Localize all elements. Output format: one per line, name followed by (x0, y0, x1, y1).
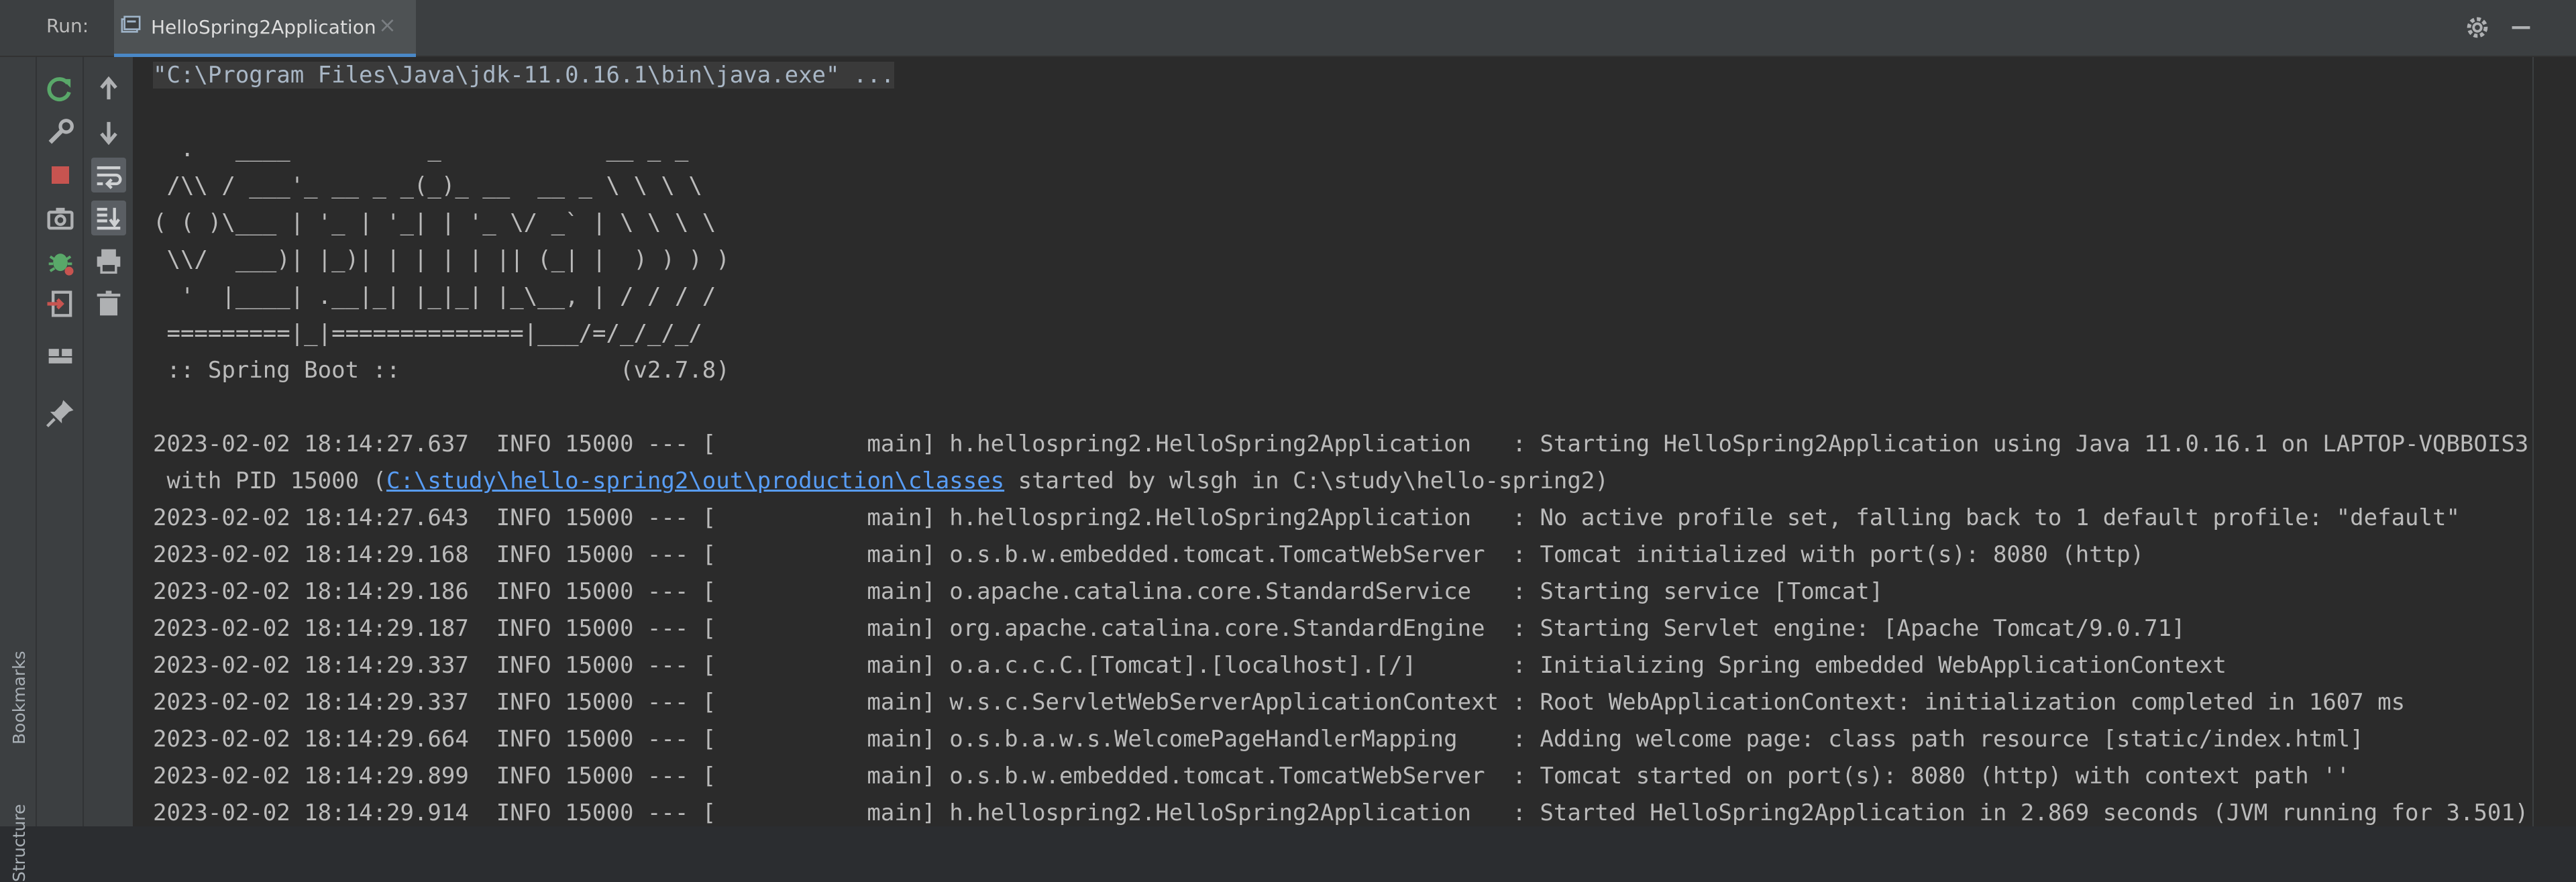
classes-path-link[interactable]: C:\study\hello-spring2\out\production\cl… (386, 467, 1004, 494)
tab-label: HelloSpring2Application (151, 16, 376, 38)
banner-line: ( ( )\___ | '_ | '_| | '_ \/ _` | \ \ \ … (153, 209, 716, 236)
soft-wrap-icon[interactable] (91, 158, 126, 192)
stop-icon[interactable] (43, 158, 78, 192)
log-line: 2023-02-02 18:14:29.337 INFO 15000 --- [… (153, 689, 2406, 716)
vertical-scrollbar[interactable] (2532, 57, 2576, 826)
banner-line: :: Spring Boot :: (v2.7.8) (153, 357, 730, 384)
log-line: 2023-02-02 18:14:29.914 INFO 15000 --- [… (153, 800, 2529, 826)
log-line-continuation: with PID 15000 (C:\study\hello-spring2\o… (153, 467, 1609, 494)
banner-line: . ____ _ __ _ _ (153, 135, 689, 162)
pin-icon[interactable] (43, 396, 78, 431)
scroll-up-icon[interactable] (91, 72, 126, 107)
log-line: 2023-02-02 18:14:29.337 INFO 15000 --- [… (153, 652, 2226, 679)
tab-close-icon[interactable]: × (378, 12, 396, 38)
scroll-to-end-icon[interactable] (91, 201, 126, 235)
log-text: with PID 15000 ( (153, 467, 386, 494)
camera-icon[interactable] (43, 201, 78, 235)
structure-tab[interactable]: Structure (9, 804, 29, 882)
layout-icon[interactable] (43, 339, 78, 374)
scroll-down-icon[interactable] (91, 115, 126, 150)
run-actions-toolbar (37, 57, 84, 826)
console-tab-icon (121, 15, 141, 36)
log-line: 2023-02-02 18:14:27.643 INFO 15000 --- [… (153, 504, 2460, 531)
clear-all-icon[interactable] (91, 286, 126, 321)
banner-line: ' |____| .__|_| |_|_| |_\__, | / / / / (153, 283, 716, 310)
gear-icon[interactable] (2462, 12, 2493, 43)
exit-icon[interactable] (43, 286, 78, 321)
log-line: 2023-02-02 18:14:29.187 INFO 15000 --- [… (153, 615, 2186, 642)
log-line: 2023-02-02 18:14:29.664 INFO 15000 --- [… (153, 726, 2364, 753)
debug-icon[interactable] (43, 243, 78, 278)
log-line: 2023-02-02 18:14:29.168 INFO 15000 --- [… (153, 541, 2145, 568)
log-text: started by wlsgh in C:\study\hello-sprin… (1004, 467, 1609, 494)
log-line: 2023-02-02 18:14:29.186 INFO 15000 --- [… (153, 578, 1884, 605)
banner-line: =========|_|==============|___/=/_/_/_/ (153, 320, 702, 347)
log-line: 2023-02-02 18:14:27.637 INFO 15000 --- [… (153, 431, 2529, 457)
command-line: "C:\Program Files\Java\jdk-11.0.16.1\bin… (153, 62, 895, 89)
edit-configuration-icon[interactable] (43, 115, 78, 150)
print-icon[interactable] (91, 243, 126, 278)
minimize-icon[interactable] (2506, 12, 2536, 43)
console-actions-toolbar (84, 57, 134, 826)
bookmarks-tab[interactable]: Bookmarks (9, 651, 29, 745)
banner-line: /\\ / ___'_ __ _ _(_)_ __ __ _ \ \ \ \ (153, 172, 702, 199)
rerun-icon[interactable] (43, 72, 78, 107)
run-toolwindow-header: Run: HelloSpring2Application × (0, 0, 2576, 57)
run-label: Run: (46, 15, 89, 37)
console-text: "C:\Program Files\Java\jdk-11.0.16.1\bin… (153, 57, 2528, 826)
left-tool-strip: Bookmarks Structure (0, 57, 37, 882)
console-output[interactable]: "C:\Program Files\Java\jdk-11.0.16.1\bin… (134, 57, 2532, 826)
banner-line: \\/ ___)| |_)| | | | | || (_| | ) ) ) ) (153, 246, 730, 273)
log-line: 2023-02-02 18:14:29.899 INFO 15000 --- [… (153, 763, 2351, 789)
